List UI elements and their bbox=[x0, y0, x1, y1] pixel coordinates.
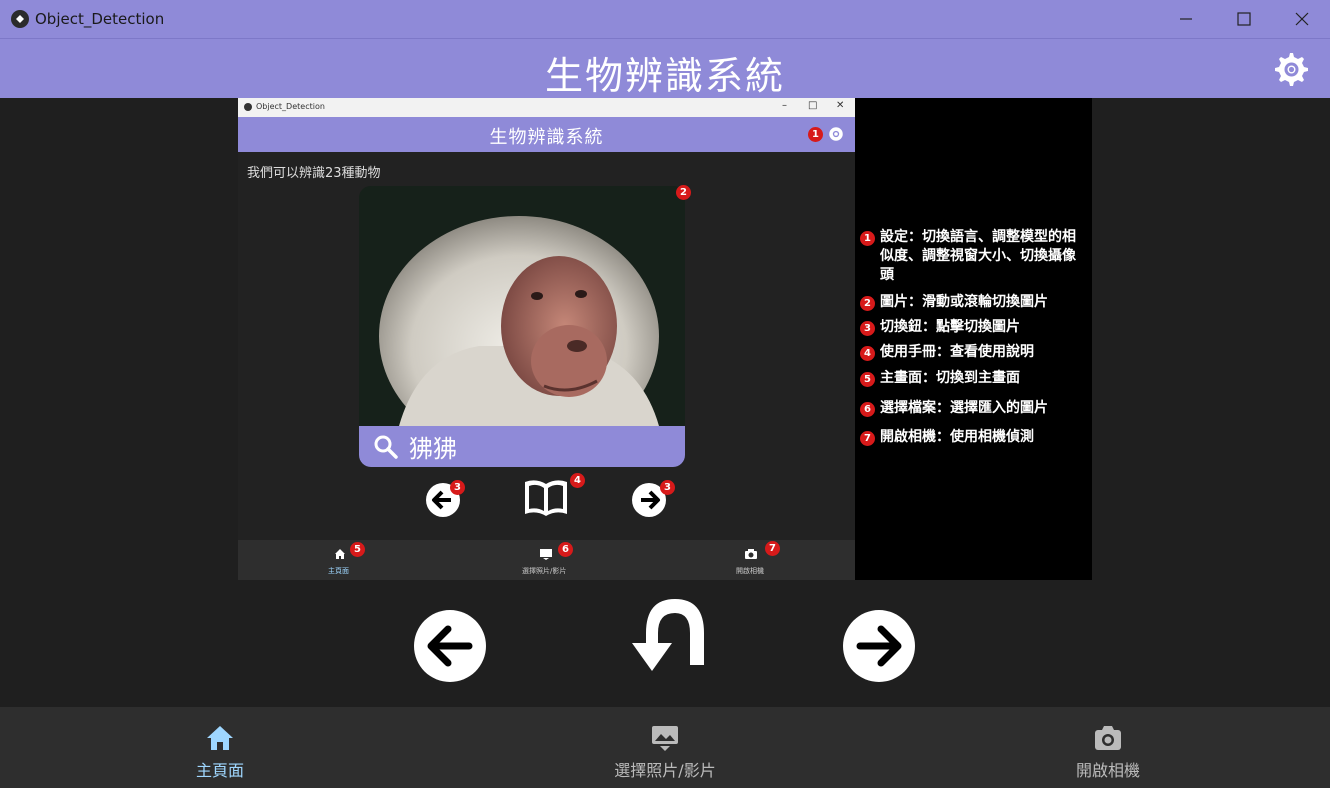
app-icon bbox=[11, 10, 29, 28]
legend-text: 使用手冊：查看使用說明 bbox=[880, 344, 1034, 360]
nav-home[interactable]: 主頁面 bbox=[110, 707, 330, 788]
gear-icon bbox=[1275, 53, 1308, 86]
screenshot-header-title: 生物辨識系統 bbox=[489, 127, 604, 148]
nav-home-label: 主頁面 bbox=[195, 761, 244, 780]
screenshot-nav-select: 選擇照片/影片 bbox=[522, 567, 567, 575]
nav-select-label: 選擇照片/影片 bbox=[614, 761, 716, 780]
badge-2: 2 bbox=[676, 185, 691, 200]
search-icon bbox=[374, 435, 398, 459]
screenshot-header: 生物辨識系統 1 bbox=[238, 117, 855, 152]
screenshot-nav-camera: 開啟相機 bbox=[736, 567, 764, 575]
home-icon bbox=[207, 726, 233, 750]
back-button[interactable] bbox=[620, 595, 710, 673]
screenshot-home-icon bbox=[335, 549, 345, 559]
screenshot-window-title: Object_Detection bbox=[256, 102, 325, 111]
legend-item-3: 3 切換鈕：點擊切換圖片 bbox=[860, 318, 1090, 337]
app-title: 生物辨識系統 bbox=[544, 54, 785, 98]
legend-number: 4 bbox=[860, 346, 875, 361]
legend-number: 2 bbox=[860, 296, 875, 311]
screenshot-gear-icon bbox=[829, 127, 843, 141]
camera-icon bbox=[1095, 726, 1121, 750]
screenshot-titlebar: Object_Detection – □ ✕ bbox=[238, 98, 855, 117]
main-area: Object_Detection – □ ✕ 生物辨識系統 1 我們可以辨識23… bbox=[0, 98, 1330, 707]
maximize-button[interactable] bbox=[1215, 0, 1273, 38]
return-icon bbox=[632, 599, 704, 671]
screenshot-maximize-icon: □ bbox=[808, 100, 818, 111]
result-bar: 狒狒 bbox=[359, 426, 685, 467]
legend-text: 圖片：滑動或滾輪切換圖片 bbox=[880, 294, 1048, 310]
window-titlebar: Object_Detection bbox=[0, 0, 1330, 38]
minimize-icon bbox=[1180, 18, 1192, 20]
badge-3b: 3 bbox=[660, 480, 675, 495]
legend-item-5: 5 主畫面：切換到主畫面 bbox=[860, 369, 1090, 388]
arrow-right-icon bbox=[843, 610, 915, 682]
screenshot-photo-card: 狒狒 bbox=[359, 186, 685, 467]
app-header: 生物辨識系統 bbox=[0, 38, 1330, 98]
badge-7: 7 bbox=[765, 541, 780, 556]
badge-1: 1 bbox=[808, 127, 823, 142]
screenshot-camera-icon bbox=[745, 549, 757, 559]
next-button[interactable] bbox=[842, 609, 916, 683]
legend-text: 主畫面：切換到主畫面 bbox=[880, 370, 1020, 386]
nav-select[interactable]: 選擇照片/影片 bbox=[555, 707, 775, 788]
badge-6: 6 bbox=[558, 542, 573, 557]
minimize-button[interactable] bbox=[1157, 0, 1215, 38]
badge-5: 5 bbox=[350, 542, 365, 557]
baboon-image bbox=[359, 186, 685, 456]
gallery-icon bbox=[652, 726, 678, 751]
legend-number: 5 bbox=[860, 372, 875, 387]
nav-camera[interactable]: 開啟相機 bbox=[998, 707, 1218, 788]
arrow-left-icon bbox=[414, 610, 486, 682]
screenshot-gallery-icon bbox=[540, 549, 552, 560]
legend-number: 7 bbox=[860, 431, 875, 446]
book-icon bbox=[525, 480, 567, 516]
prev-button[interactable] bbox=[413, 609, 487, 683]
maximize-icon bbox=[1237, 12, 1251, 26]
help-screenshot[interactable]: Object_Detection – □ ✕ 生物辨識系統 1 我們可以辨識23… bbox=[238, 98, 1092, 580]
screenshot-intro-text: 我們可以辨識23種動物 bbox=[247, 166, 381, 181]
settings-button[interactable] bbox=[1270, 49, 1310, 89]
screenshot-app-icon bbox=[244, 103, 252, 111]
close-icon bbox=[1295, 12, 1309, 26]
screenshot-minimize-icon: – bbox=[782, 100, 787, 111]
badge-3a: 3 bbox=[450, 480, 465, 495]
legend-item-6: 6 選擇檔案：選擇匯入的圖片 bbox=[860, 399, 1090, 418]
legend-item-2: 2 圖片：滑動或滾輪切換圖片 bbox=[860, 293, 1090, 312]
result-label: 狒狒 bbox=[409, 435, 457, 463]
legend-number: 1 bbox=[860, 231, 875, 246]
legend-text: 開啟相機：使用相機偵測 bbox=[880, 429, 1034, 445]
screenshot-window: Object_Detection – □ ✕ 生物辨識系統 1 我們可以辨識23… bbox=[238, 98, 855, 580]
window-title: Object_Detection bbox=[35, 10, 165, 28]
legend-number: 3 bbox=[860, 321, 875, 336]
nav-camera-label: 開啟相機 bbox=[1075, 761, 1140, 780]
legend-text: 選擇檔案：選擇匯入的圖片 bbox=[880, 400, 1048, 416]
baboon-photo bbox=[359, 186, 685, 456]
bottom-nav: 主頁面 選擇照片/影片 開啟相機 bbox=[0, 707, 1330, 788]
legend-text: 設定：切換語言、調整模型的相似度、調整視窗大小、切換攝像頭 bbox=[880, 229, 1076, 283]
legend-item-1: 1 設定：切換語言、調整模型的相似度、調整視窗大小、切換攝像頭 bbox=[860, 228, 1080, 285]
screenshot-nav-home: 主頁面 bbox=[328, 567, 349, 575]
legend-number: 6 bbox=[860, 402, 875, 417]
badge-4: 4 bbox=[570, 473, 585, 488]
close-button[interactable] bbox=[1273, 0, 1330, 38]
screenshot-close-icon: ✕ bbox=[836, 100, 845, 111]
screenshot-bottom-nav: 5 主頁面 6 選擇照片/影片 7 開啟相機 bbox=[238, 540, 855, 580]
legend-item-7: 7 開啟相機：使用相機偵測 bbox=[860, 428, 1090, 447]
legend-item-4: 4 使用手冊：查看使用說明 bbox=[860, 343, 1090, 362]
legend-text: 切換鈕：點擊切換圖片 bbox=[880, 319, 1020, 335]
